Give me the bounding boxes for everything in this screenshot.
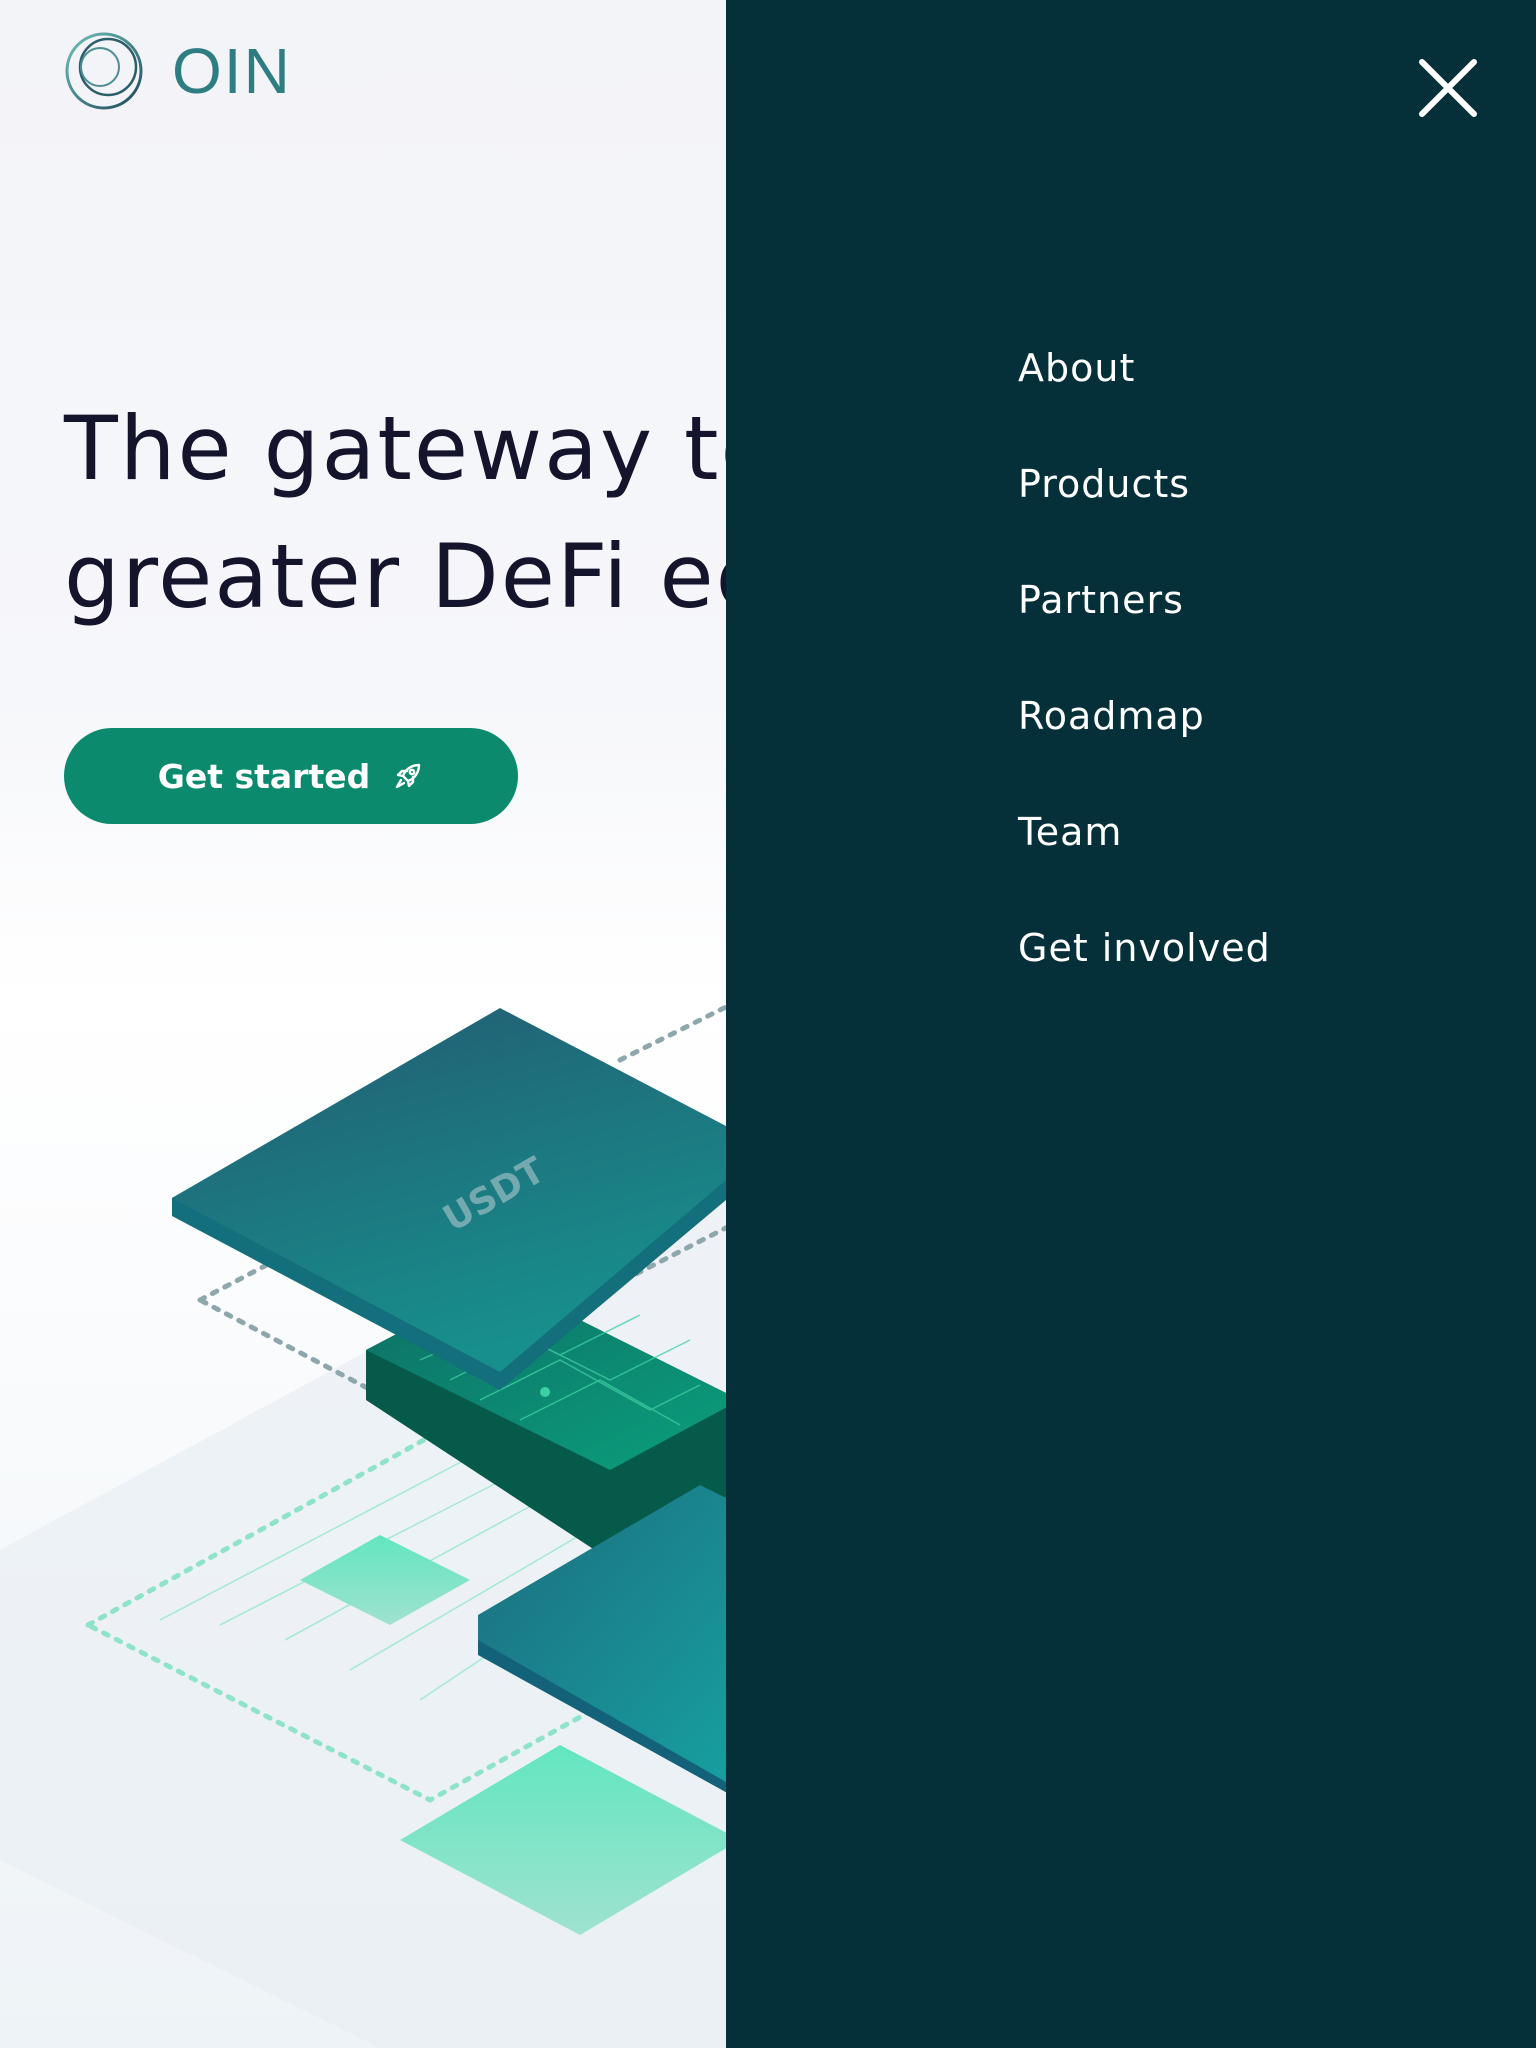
brand-name: OIN (172, 35, 292, 107)
nav-item-partners: Partners (1018, 574, 1271, 690)
navigation-drawer: About Products Partners Roadmap Team Get… (726, 0, 1536, 2048)
site-logo[interactable]: OIN (64, 31, 292, 111)
get-started-label: Get started (157, 756, 371, 796)
nav-item-get-involved: Get involved (1018, 922, 1271, 1038)
nav-link-team[interactable]: Team (1018, 806, 1271, 858)
nav-link-get-involved[interactable]: Get involved (1018, 922, 1271, 974)
nav-link-partners[interactable]: Partners (1018, 574, 1271, 626)
nav-menu: About Products Partners Roadmap Team Get… (1018, 342, 1271, 1038)
rocket-icon (396, 763, 421, 789)
close-icon[interactable] (1416, 56, 1480, 120)
landing-page: OIN The gateway to the greater DeFi ecos… (0, 0, 1536, 2048)
chip-node (540, 1387, 550, 1397)
nav-item-products: Products (1018, 458, 1271, 574)
nav-link-about[interactable]: About (1018, 342, 1271, 394)
nav-item-roadmap: Roadmap (1018, 690, 1271, 806)
nav-item-about: About (1018, 342, 1271, 458)
nav-link-roadmap[interactable]: Roadmap (1018, 690, 1271, 742)
concentric-rings-logo-icon (65, 32, 143, 110)
nav-item-team: Team (1018, 806, 1271, 922)
nav-link-products[interactable]: Products (1018, 458, 1271, 510)
dotted-line-top (617, 1002, 733, 1063)
get-started-button[interactable]: Get started (64, 728, 518, 824)
